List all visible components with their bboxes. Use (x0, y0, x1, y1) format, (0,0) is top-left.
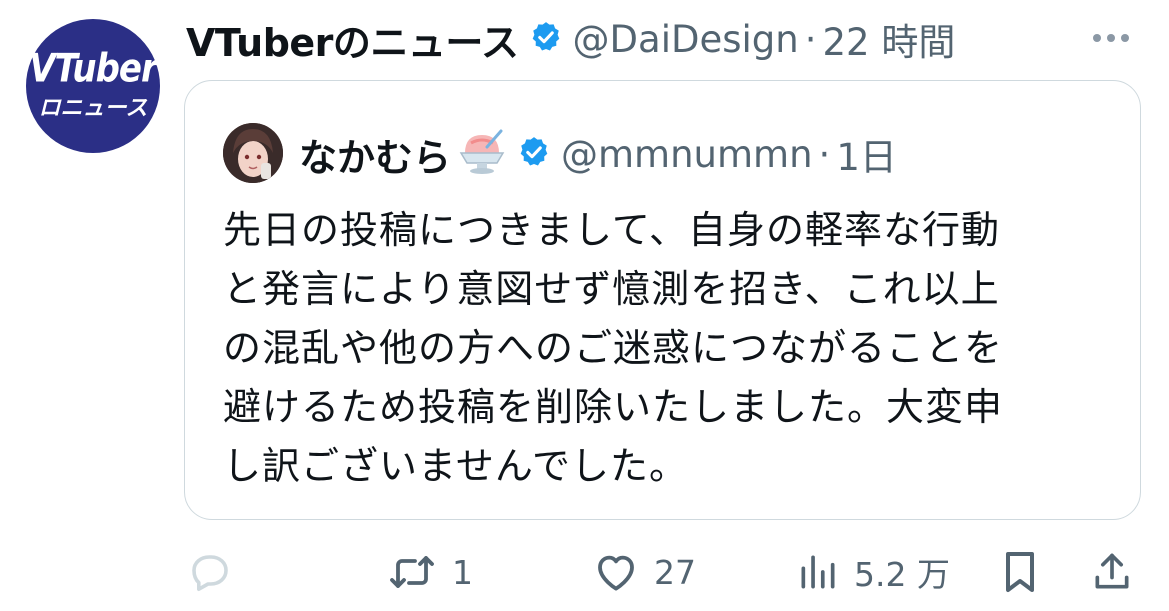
retweet-count: 1 (452, 552, 473, 592)
views-chart-icon (801, 555, 835, 589)
quoted-tweet-text: 先日の投稿につきまして、自身の軽率な行動 と発言により意図せず憶測を招き、これ以… (223, 201, 1093, 496)
quoted-author-handle[interactable]: @mmnummn (561, 133, 813, 176)
retweet-icon (390, 556, 434, 588)
verified-badge-icon[interactable] (529, 20, 563, 58)
quoted-tweet-header: なかむら @mmnummn · 1日 (299, 125, 897, 183)
reply-button[interactable] (186, 540, 248, 604)
reply-icon (192, 555, 228, 591)
quoted-text-line: 避けるため投稿を削除いたしました。大変申 (223, 385, 1004, 429)
avatar-text-line-1: VTuber (29, 46, 157, 92)
like-count: 27 (654, 552, 696, 592)
heart-icon (598, 555, 634, 591)
bookmark-button[interactable] (1000, 540, 1040, 604)
tweet-action-bar: 1 27 5.2 万 (0, 540, 1169, 604)
author-handle[interactable]: @DaiDesign (573, 18, 799, 61)
more-dot (1093, 34, 1101, 42)
quoted-text-line: の混乱や他の方へのご迷惑につながることを (223, 326, 1004, 370)
shaved-ice-emoji-icon (457, 129, 507, 179)
share-icon (1095, 553, 1129, 589)
quoted-tweet-timestamp[interactable]: 1日 (836, 127, 897, 181)
author-name[interactable]: VTuberのニュース (186, 12, 519, 67)
verified-badge-icon[interactable] (517, 135, 551, 173)
more-dot (1121, 34, 1129, 42)
more-icon[interactable] (1093, 34, 1129, 42)
quoted-text-line: 先日の投稿につきまして、自身の軽率な行動 (223, 208, 1000, 252)
views-button[interactable]: 5.2 万 (796, 540, 950, 604)
quoted-author-name[interactable]: なかむら (299, 127, 451, 182)
quoted-tweet-card[interactable]: なかむら @mmnummn · 1日 先日の投稿につきまして、自身の軽率な行動 … (184, 80, 1141, 520)
bookmark-icon (1006, 552, 1034, 592)
more-dot (1107, 34, 1115, 42)
share-button[interactable] (1090, 540, 1134, 604)
tweet-timestamp[interactable]: 22 時間 (823, 12, 956, 66)
separator-dot: · (818, 132, 831, 176)
tweet-header: VTuberのニュース @DaiDesign · 22 時間 (186, 12, 955, 66)
quoted-text-line: と発言により意図せず憶測を招き、これ以上 (223, 267, 1000, 311)
author-avatar[interactable]: VTuber ロニュース (26, 19, 160, 153)
retweet-button[interactable]: 1 (386, 540, 473, 604)
avatar-text-line-2: ロニュース (38, 96, 148, 121)
quoted-text-line: し訳ございませんでした。 (223, 444, 688, 488)
separator-dot: · (804, 17, 817, 61)
views-count: 5.2 万 (854, 555, 950, 594)
like-button[interactable]: 27 (592, 540, 696, 604)
quoted-author-avatar[interactable] (223, 123, 283, 183)
